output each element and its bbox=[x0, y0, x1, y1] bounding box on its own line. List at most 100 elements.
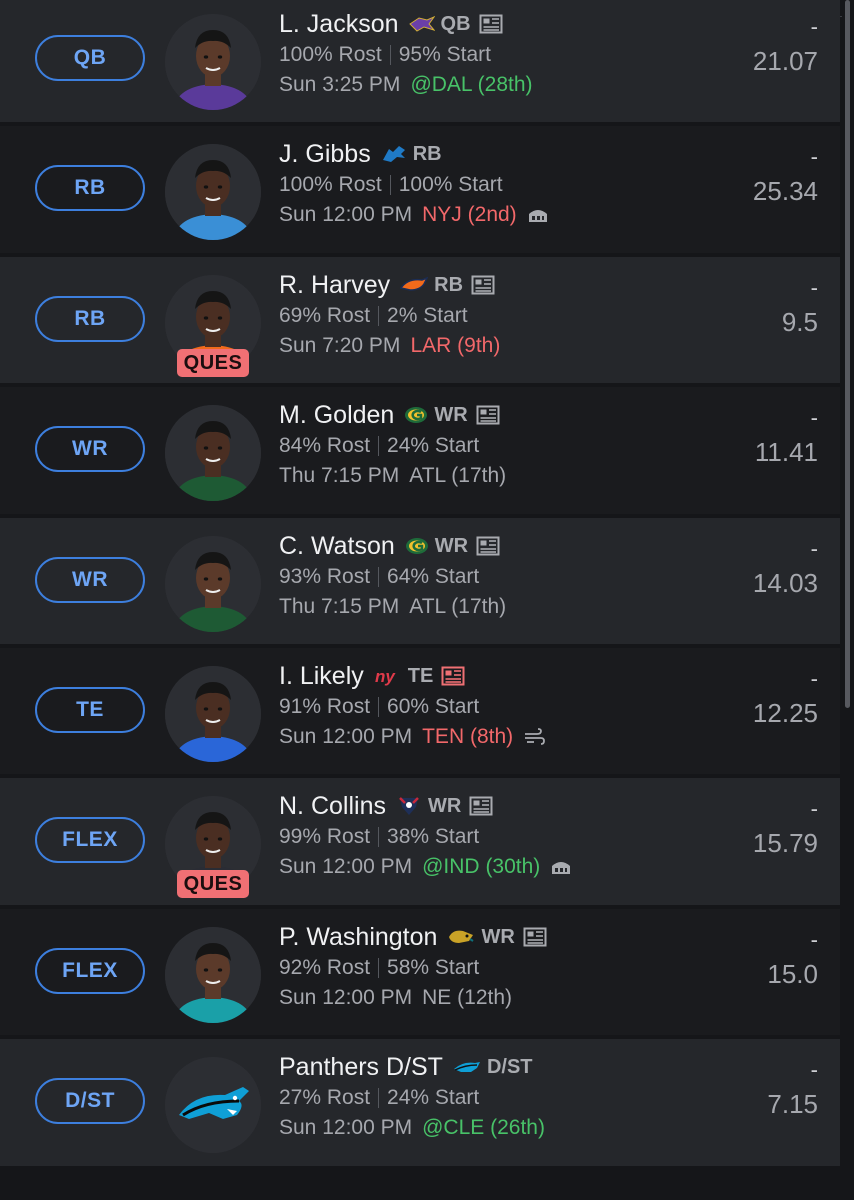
slot-button[interactable]: FLEX bbox=[35, 948, 145, 994]
divider bbox=[378, 958, 380, 978]
news-icon[interactable] bbox=[476, 404, 500, 426]
slot-button[interactable]: WR bbox=[35, 426, 145, 472]
news-icon[interactable] bbox=[469, 795, 493, 817]
rostered-percent: 100% Rost bbox=[279, 43, 382, 66]
started-percent: 95% Start bbox=[398, 43, 491, 66]
slot-button[interactable]: TE bbox=[35, 687, 145, 733]
wind-icon bbox=[523, 728, 546, 746]
player-info: M. Golden WR 84% Rost 24% Start Thu 7:15 PM A… bbox=[279, 399, 699, 491]
slot-button[interactable]: D/ST bbox=[35, 1078, 145, 1124]
projection-dash: - bbox=[810, 666, 818, 691]
slot-button[interactable]: QB bbox=[35, 35, 145, 81]
started-percent: 24% Start bbox=[387, 434, 480, 457]
position-label: D/ST bbox=[486, 1055, 533, 1078]
player-name[interactable]: P. Washington bbox=[279, 923, 437, 952]
roster-row[interactable]: D/ST Panthers D/ST D/ST 27% Rost 24% Start Su… bbox=[0, 1039, 840, 1166]
game-day: Thu bbox=[279, 464, 316, 487]
player-name[interactable]: I. Likely bbox=[279, 662, 364, 691]
rostered-percent: 99% Rost bbox=[279, 825, 371, 848]
position-label: RB bbox=[412, 142, 442, 165]
player-headshot[interactable] bbox=[165, 14, 261, 110]
projection-dash: - bbox=[810, 1057, 818, 1082]
packers-logo-icon bbox=[404, 406, 428, 424]
projection-dash: - bbox=[810, 536, 818, 561]
opponent[interactable]: LAR (9th) bbox=[410, 334, 500, 358]
player-headshot[interactable] bbox=[165, 536, 261, 632]
projected-points: 25.34 bbox=[752, 176, 818, 206]
player-name[interactable]: C. Watson bbox=[279, 532, 395, 561]
rostered-percent: 91% Rost bbox=[279, 695, 371, 718]
rostered-percent: 93% Rost bbox=[279, 565, 371, 588]
roster-row[interactable]: RB QUES R. Harvey RB 69% Rost 2% Start Sun 7:2… bbox=[0, 257, 840, 383]
roster-row[interactable]: WR M. Golden WR 84% Rost 24% Start Thu 7:15 P… bbox=[0, 387, 840, 514]
player-name[interactable]: R. Harvey bbox=[279, 271, 390, 300]
injury-status-badge: QUES bbox=[177, 870, 249, 898]
player-headshot[interactable] bbox=[165, 927, 261, 1023]
news-icon[interactable] bbox=[476, 535, 500, 557]
player-headshot[interactable] bbox=[165, 666, 261, 762]
slot-button[interactable]: WR bbox=[35, 557, 145, 603]
player-info: N. Collins WR 99% Rost 38% Start Sun 12:00 P… bbox=[279, 790, 699, 882]
scrollbar[interactable] bbox=[845, 0, 850, 708]
lions-logo-icon bbox=[381, 144, 407, 164]
ravens-logo-icon bbox=[408, 15, 435, 33]
opponent[interactable]: @CLE (26th) bbox=[422, 1116, 545, 1140]
divider bbox=[378, 1088, 380, 1108]
player-name[interactable]: N. Collins bbox=[279, 792, 386, 821]
position-label: WR bbox=[434, 403, 468, 426]
svg-text:ny: ny bbox=[375, 667, 396, 686]
divider bbox=[378, 697, 380, 717]
divider bbox=[378, 827, 380, 847]
slot-button[interactable]: FLEX bbox=[35, 817, 145, 863]
jaguars-logo-icon bbox=[447, 927, 475, 947]
player-name[interactable]: J. Gibbs bbox=[279, 140, 371, 169]
roster-row[interactable]: FLEX QUES N. Collins WR 99% Rost 38% Start Sun… bbox=[0, 778, 840, 905]
slot-button[interactable]: RB bbox=[35, 165, 145, 211]
projection-dash: - bbox=[810, 405, 818, 430]
game-time: 12:00 PM bbox=[322, 855, 413, 878]
roster-row[interactable]: QB L. Jackson QB 100% Rost 95% Start Sun 3:25… bbox=[0, 0, 840, 122]
position-label: RB bbox=[434, 273, 464, 296]
opponent[interactable]: @IND (30th) bbox=[422, 855, 540, 879]
news-icon[interactable] bbox=[471, 274, 495, 296]
player-headshot[interactable] bbox=[165, 144, 261, 240]
player-info: L. Jackson QB 100% Rost 95% Start Sun 3:25 P… bbox=[279, 8, 699, 100]
rostered-percent: 100% Rost bbox=[279, 173, 382, 196]
started-percent: 24% Start bbox=[387, 1086, 480, 1109]
slot-button[interactable]: RB bbox=[35, 296, 145, 342]
broncos-logo-icon bbox=[400, 276, 429, 294]
roster-row[interactable]: RB J. Gibbs RB 100% Rost 100% Start Sun 12:00… bbox=[0, 126, 840, 253]
game-time: 12:00 PM bbox=[322, 1116, 413, 1139]
opponent[interactable]: ATL (17th) bbox=[409, 464, 506, 488]
game-time: 7:15 PM bbox=[321, 464, 400, 487]
opponent[interactable]: ATL (17th) bbox=[409, 595, 506, 619]
opponent[interactable]: NYJ (2nd) bbox=[422, 203, 517, 227]
game-day: Sun bbox=[279, 986, 317, 1009]
roster-row[interactable]: TE I. Likely ny TE 91% Rost 60% Start Sun 12:0… bbox=[0, 648, 840, 774]
roster-row[interactable]: FLEX P. Washington WR 92% Rost 58% Start Sun … bbox=[0, 909, 840, 1035]
game-time: 12:00 PM bbox=[322, 203, 413, 226]
news-icon[interactable] bbox=[523, 926, 547, 948]
started-percent: 64% Start bbox=[387, 565, 480, 588]
position-label: WR bbox=[481, 925, 515, 948]
news-icon[interactable] bbox=[479, 13, 503, 35]
rostered-percent: 92% Rost bbox=[279, 956, 371, 979]
game-day: Sun bbox=[279, 334, 317, 357]
projected-points: 11.41 bbox=[754, 437, 818, 467]
player-headshot[interactable] bbox=[165, 405, 261, 501]
packers-logo-icon bbox=[405, 537, 429, 555]
opponent[interactable]: @DAL (28th) bbox=[410, 73, 532, 97]
news-icon[interactable] bbox=[441, 665, 465, 687]
player-name[interactable]: Panthers D/ST bbox=[279, 1053, 443, 1082]
projected-points: 14.03 bbox=[752, 568, 818, 598]
player-name[interactable]: L. Jackson bbox=[279, 10, 399, 39]
game-time: 7:20 PM bbox=[322, 334, 401, 357]
player-name[interactable]: M. Golden bbox=[279, 401, 394, 430]
game-day: Sun bbox=[279, 855, 317, 878]
roster-row[interactable]: WR C. Watson WR 93% Rost 64% Start Thu 7:15 P… bbox=[0, 518, 840, 644]
opponent[interactable]: TEN (8th) bbox=[422, 725, 513, 749]
projected-points: 9.5 bbox=[781, 307, 818, 337]
team-logo[interactable] bbox=[165, 1057, 261, 1153]
opponent[interactable]: NE (12th) bbox=[422, 986, 512, 1010]
player-info: Panthers D/ST D/ST 27% Rost 24% Start Sun 12… bbox=[279, 1051, 699, 1143]
